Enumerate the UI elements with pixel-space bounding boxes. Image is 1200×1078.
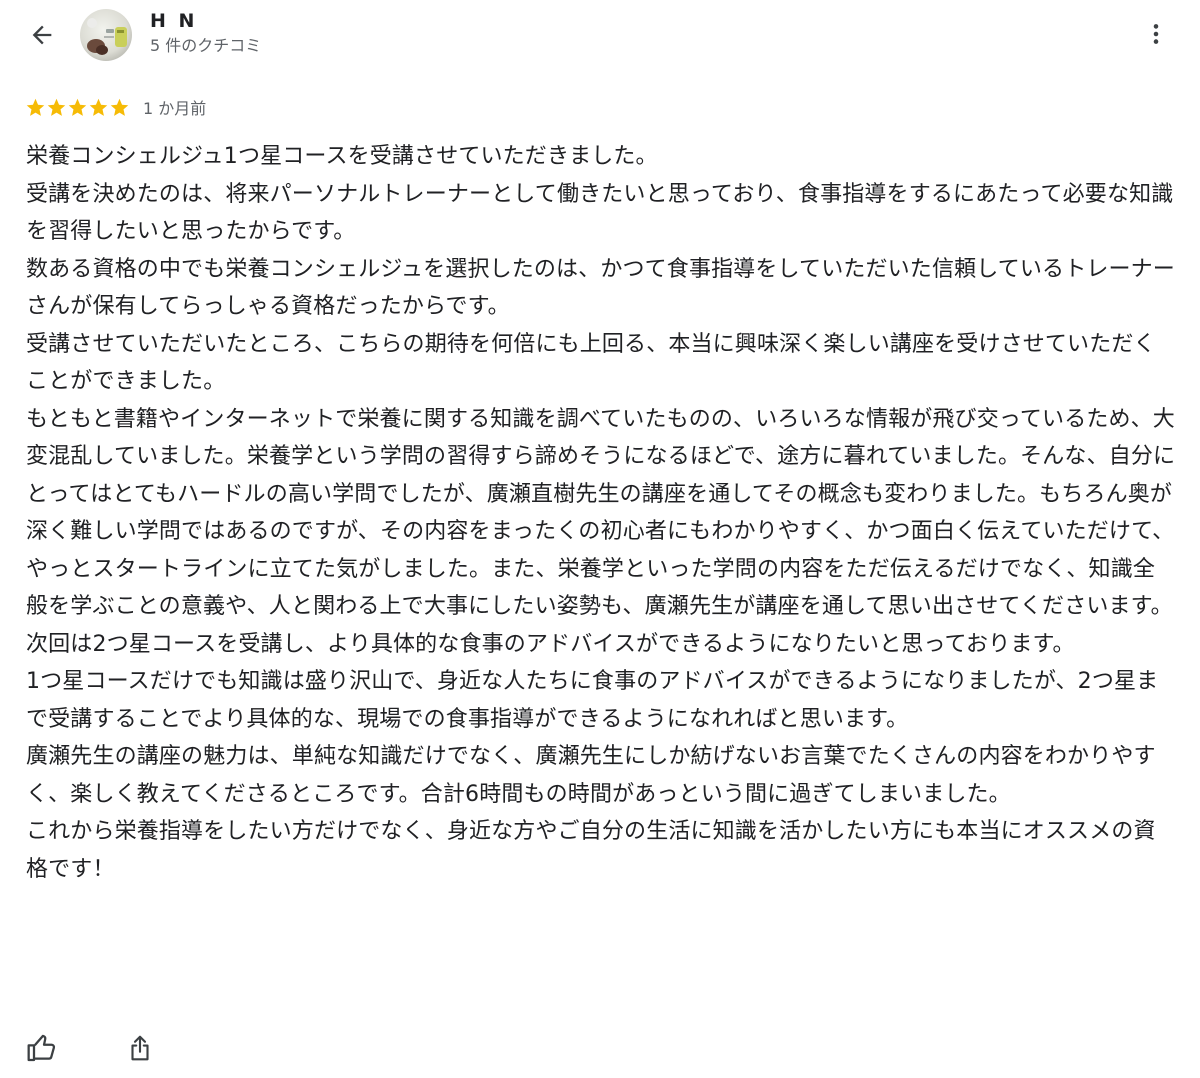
review-paragraph: 1つ星コースだけでも知識は盛り沢山で、身近な人たちに食事のアドバイスができるよう…: [26, 669, 1159, 732]
like-button[interactable]: [22, 1028, 62, 1068]
review-paragraph: 廣瀬先生の講座の魅力は、単純な知識だけでなく、廣瀬先生にしか紡げないお言葉でたく…: [26, 744, 1156, 807]
avatar[interactable]: [80, 9, 132, 61]
thumbs-up-icon: [27, 1034, 56, 1062]
user-name[interactable]: H N: [150, 10, 197, 32]
review-header: H N 5 件のクチコミ: [0, 0, 1200, 76]
more-vertical-icon: [1153, 24, 1159, 44]
review-paragraph: 受講させていただいたところ、こちらの期待を何倍にも上回る、本当に興味深く楽しい講…: [26, 331, 1156, 395]
share-button[interactable]: [120, 1028, 160, 1068]
star-rating: [25, 97, 130, 118]
review-paragraph: 次回は2つ星コースを受講し、より具体的な食事のアドバイスができるようになりたいと…: [26, 631, 1075, 657]
review-paragraph: 受講を決めたのは、将来パーソナルトレーナーとして働きたいと思っており、食事指導を…: [26, 181, 1174, 245]
star-icon: [26, 98, 45, 116]
more-options-button[interactable]: [1136, 14, 1176, 54]
rating-row: 1 か月前: [25, 95, 206, 119]
share-icon: [131, 1035, 149, 1061]
arrow-back-icon: [32, 25, 52, 45]
review-date: 1 か月前: [143, 99, 207, 118]
star-icon: [89, 98, 108, 116]
review-paragraph: これから栄養指導をしたい方だけでなく、身近な方やご自分の生活に知識を活かしたい方…: [26, 819, 1156, 882]
review-text: 栄養コンシェルジュ1つ星コースを受講させていただきました。受講を決めたのは、将来…: [26, 138, 1176, 888]
review-actions: [22, 1028, 160, 1068]
back-button[interactable]: [22, 15, 62, 55]
review-paragraph: もともと書籍やインターネットで栄養に関する知識を調べていたものの、いろいろな情報…: [26, 406, 1176, 620]
star-icon: [110, 98, 129, 116]
review-paragraph: 栄養コンシェルジュ1つ星コースを受講させていただきました。: [26, 144, 658, 169]
review-count: 5 件のクチコミ: [150, 36, 262, 55]
star-icon: [68, 98, 87, 116]
star-icon: [47, 98, 66, 116]
review-paragraph: 数ある資格の中でも栄養コンシェルジュを選択したのは、かつて食事指導をしていただい…: [26, 256, 1175, 320]
